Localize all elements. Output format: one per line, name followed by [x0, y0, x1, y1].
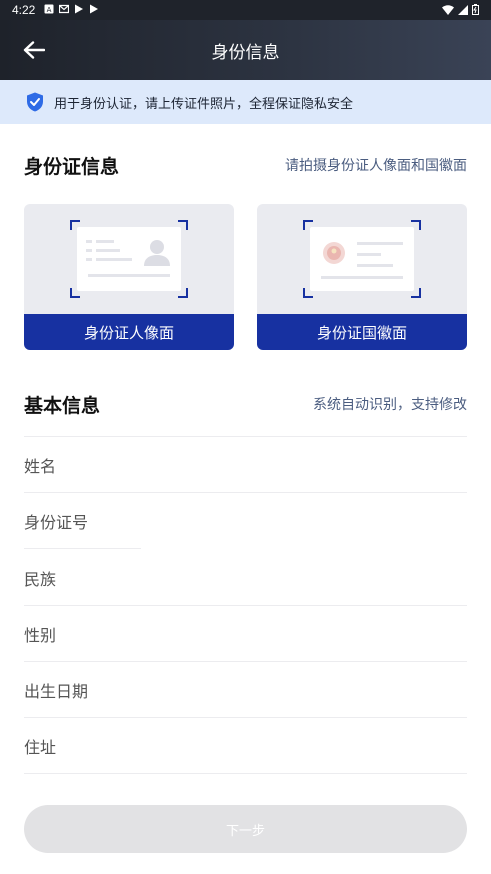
- section-hint: 请拍摄身份证人像面和国徽面: [285, 158, 467, 174]
- field-label: 出生日期: [24, 681, 89, 701]
- id-number-field[interactable]: 身份证号: [24, 493, 141, 549]
- next-button[interactable]: 下一步: [24, 805, 467, 853]
- field-label: 姓名: [24, 456, 57, 476]
- id-emblem-label: 身份证国徽面: [257, 314, 467, 350]
- notification-icons: A: [44, 4, 99, 14]
- id-portrait-upload-card[interactable]: 身份证人像面: [24, 204, 234, 350]
- notification-a-icon: A: [44, 4, 54, 14]
- birth-date-field[interactable]: 出生日期: [24, 662, 467, 718]
- play-icon: [75, 4, 83, 14]
- section-title: 基本信息: [24, 394, 101, 417]
- field-label: 民族: [24, 569, 57, 589]
- svg-text:A: A: [47, 6, 52, 14]
- field-label: 住址: [24, 737, 57, 757]
- address-field[interactable]: 住址: [24, 718, 467, 774]
- gender-field[interactable]: 性别: [24, 606, 467, 662]
- field-label: 性别: [24, 625, 57, 645]
- shield-check-icon: [27, 92, 43, 112]
- basic-section-header: 基本信息 系统自动识别，支持修改: [24, 391, 467, 417]
- app-header: 身份信息: [0, 20, 491, 80]
- system-icons: [442, 4, 479, 15]
- play-icon: [90, 4, 98, 14]
- page-title: 身份信息: [211, 43, 280, 63]
- status-time: 4:22: [12, 3, 36, 17]
- id-emblem-side-icon: [303, 220, 421, 298]
- field-label: 身份证号: [24, 512, 89, 532]
- section-hint: 系统自动识别，支持修改: [313, 397, 467, 413]
- ethnicity-field[interactable]: 民族: [24, 550, 467, 606]
- id-portrait-side-icon: [70, 220, 188, 298]
- name-field[interactable]: 姓名: [24, 437, 467, 493]
- id-emblem-upload-card[interactable]: 身份证国徽面: [257, 204, 467, 350]
- gmail-icon: [59, 4, 69, 14]
- privacy-notice: 用于身份认证，请上传证件照片，全程保证隐私安全: [0, 80, 491, 124]
- id-section-header: 身份证信息 请拍摄身份证人像面和国徽面: [24, 152, 467, 178]
- section-title: 身份证信息: [24, 155, 120, 178]
- wifi-icon: [442, 4, 454, 15]
- id-portrait-label: 身份证人像面: [24, 314, 234, 350]
- battery-icon: [472, 4, 479, 15]
- status-bar: 4:22 A: [0, 0, 491, 20]
- signal-icon: [458, 4, 468, 15]
- notice-text: 用于身份认证，请上传证件照片，全程保证隐私安全: [54, 96, 354, 112]
